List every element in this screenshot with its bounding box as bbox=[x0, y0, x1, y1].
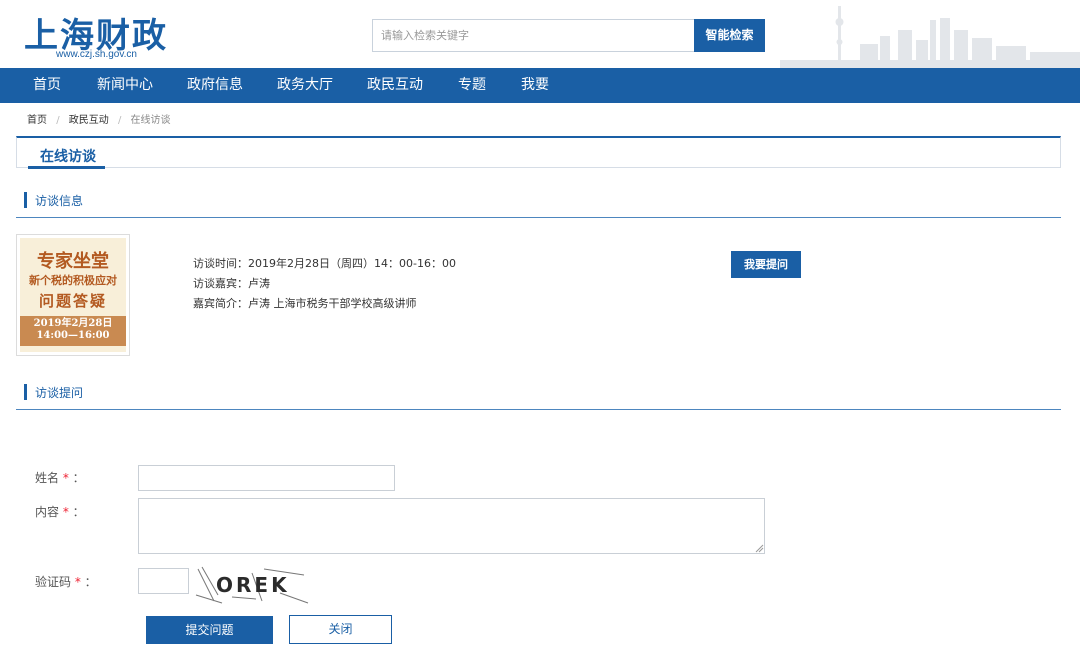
main-nav: 首页 新闻中心 政府信息 政务大厅 政民互动 专题 我要 bbox=[0, 68, 1080, 103]
nav-item-home[interactable]: 首页 bbox=[33, 68, 61, 103]
page-title[interactable]: 在线访谈 bbox=[40, 146, 96, 166]
label-colon: ： bbox=[72, 505, 85, 519]
section-divider bbox=[16, 409, 1061, 410]
breadcrumb-separator: / bbox=[117, 115, 122, 126]
poster-date: 2019年2月28日 14:00—16:00 bbox=[20, 318, 126, 342]
section-marker bbox=[24, 384, 27, 400]
submit-question-button[interactable]: 提交问题 bbox=[146, 616, 273, 644]
section-title-interview-info: 访谈信息 bbox=[35, 194, 84, 208]
close-button[interactable]: 关闭 bbox=[289, 615, 392, 644]
nav-item-news[interactable]: 新闻中心 bbox=[97, 68, 153, 103]
search-input[interactable]: 请输入检索关键字 bbox=[372, 19, 694, 52]
nav-item-interaction[interactable]: 政民互动 bbox=[367, 68, 423, 103]
section-divider bbox=[16, 217, 1061, 218]
resize-grip-icon[interactable] bbox=[755, 544, 764, 553]
content-label-text: 内容 bbox=[35, 505, 60, 519]
search-button[interactable]: 智能检索 bbox=[694, 19, 765, 52]
label-colon: ： bbox=[84, 575, 97, 589]
city-skyline-image bbox=[780, 6, 1080, 68]
name-field[interactable] bbox=[138, 465, 395, 491]
site-url: www.czj.sh.gov.cn bbox=[56, 49, 137, 60]
poster-heading: 专家坐堂 bbox=[37, 251, 109, 272]
ask-question-button[interactable]: 我要提问 bbox=[731, 251, 801, 278]
guest-bio: 嘉宾简介：卢涛 上海市税务干部学校高级讲师 bbox=[193, 297, 417, 310]
nav-item-service-hall[interactable]: 政务大厅 bbox=[277, 68, 333, 103]
captcha-label-text: 验证码 bbox=[35, 575, 72, 589]
name-label: 姓名 * ： bbox=[35, 469, 85, 486]
captcha-field[interactable] bbox=[138, 568, 189, 594]
poster-topic: 问题答疑 bbox=[38, 292, 107, 310]
active-tab-indicator bbox=[28, 166, 105, 169]
breadcrumb-home[interactable]: 首页 bbox=[27, 115, 47, 126]
section-marker bbox=[24, 192, 27, 208]
required-mark: * bbox=[62, 471, 69, 485]
required-mark: * bbox=[74, 575, 81, 589]
captcha-image[interactable]: OREK bbox=[192, 565, 310, 605]
content-label: 内容 * ： bbox=[35, 503, 85, 520]
breadcrumb-interaction[interactable]: 政民互动 bbox=[69, 115, 109, 126]
title-tab-bar bbox=[16, 136, 1061, 168]
poster-date-day: 2019年2月28日 bbox=[33, 318, 113, 329]
name-label-text: 姓名 bbox=[35, 471, 60, 485]
captcha-label: 验证码 * ： bbox=[35, 573, 97, 590]
nav-item-topics[interactable]: 专题 bbox=[458, 68, 486, 103]
poster-subheading: 新个税的积极应对 bbox=[29, 274, 117, 287]
nav-item-gov-info[interactable]: 政府信息 bbox=[187, 68, 243, 103]
breadcrumb-separator: / bbox=[56, 115, 60, 126]
nav-item-i-want[interactable]: 我要 bbox=[521, 68, 549, 103]
breadcrumb-current: 在线访谈 bbox=[130, 115, 171, 126]
section-title-questions: 访谈提问 bbox=[35, 386, 84, 400]
captcha-text: OREK bbox=[216, 573, 290, 597]
interview-guest: 访谈嘉宾：卢涛 bbox=[193, 277, 270, 290]
label-colon: ： bbox=[72, 471, 85, 485]
content-textarea[interactable] bbox=[138, 498, 765, 554]
site-header: 上海财政 www.czj.sh.gov.cn 请输入检索关键字 智能检索 bbox=[0, 0, 1080, 68]
interview-time: 访谈时间：2019年2月28日（周四）14：00-16：00 bbox=[193, 257, 456, 270]
required-mark: * bbox=[62, 505, 69, 519]
breadcrumb: 首页 / 政民互动 / 在线访谈 bbox=[27, 111, 171, 126]
poster-date-time: 14:00—16:00 bbox=[36, 330, 110, 341]
